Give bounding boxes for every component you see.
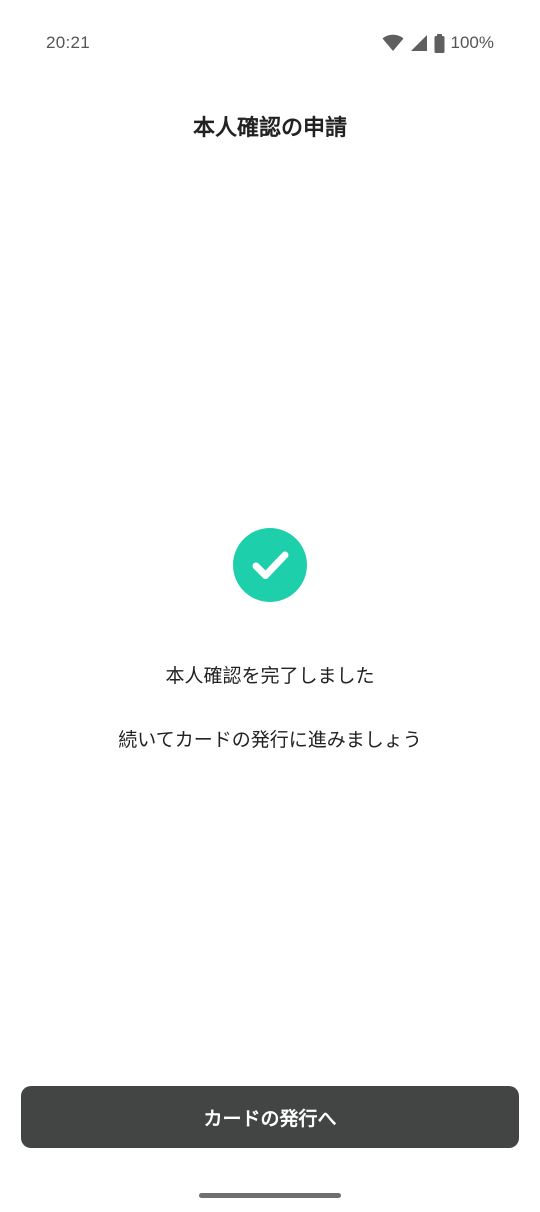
status-bar: 20:21 100%	[0, 0, 540, 88]
battery-percent: 100%	[450, 33, 494, 52]
status-time: 20:21	[46, 33, 91, 52]
wifi-icon	[382, 34, 404, 52]
next-step-message: 続いてカードの発行に進みましょう	[118, 729, 422, 751]
status-icons: 100%	[382, 33, 494, 53]
check-circle-icon	[233, 528, 307, 602]
completion-message: 本人確認を完了しました	[165, 665, 375, 687]
issue-card-button[interactable]: カードの発行へ	[21, 1086, 519, 1148]
home-indicator[interactable]	[199, 1193, 341, 1198]
signal-icon	[410, 34, 428, 52]
page-title: 本人確認の申請	[192, 116, 347, 141]
battery-icon	[434, 33, 445, 53]
